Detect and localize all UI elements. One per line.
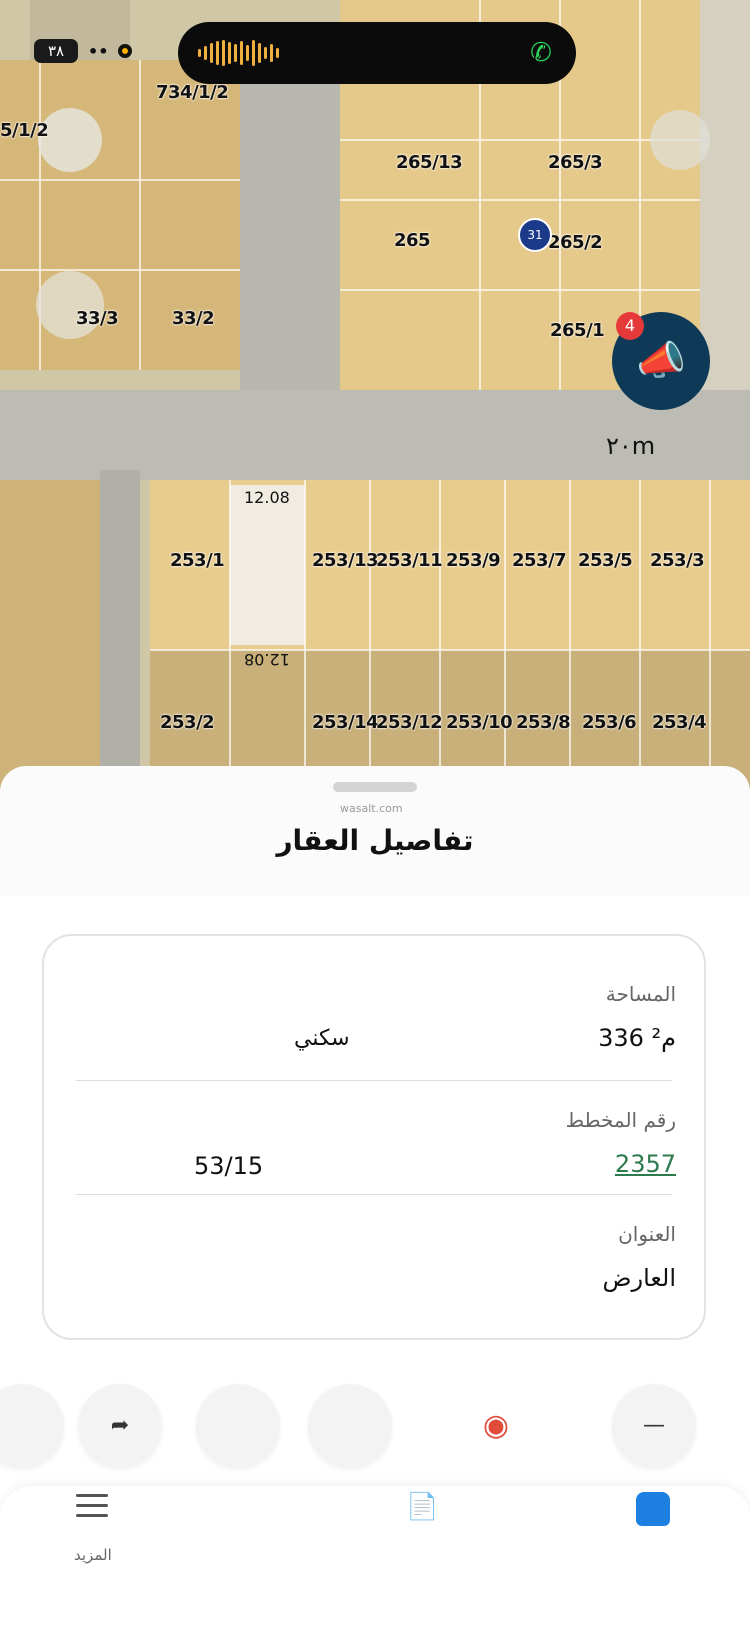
plot-label: 253/5 xyxy=(578,550,633,571)
plot-label: 734/1/2 xyxy=(156,82,229,103)
plan-number-link[interactable]: 2357 xyxy=(615,1150,676,1178)
action-button[interactable] xyxy=(308,1384,392,1468)
plot-label: 33/2 xyxy=(172,308,215,329)
plot-label: 265/3 xyxy=(548,152,603,173)
signal-icon: •• xyxy=(88,41,109,61)
waveform-icon xyxy=(198,40,279,66)
share-button[interactable]: ➦ xyxy=(78,1384,162,1468)
plot-label: 253/13 xyxy=(312,550,379,571)
record-icon xyxy=(118,44,133,58)
width-label: 12.08 xyxy=(244,488,290,507)
plot-label: 253/12 xyxy=(376,712,443,733)
share-icon: ➦ xyxy=(110,1413,130,1438)
plot-label: 253/10 xyxy=(446,712,513,733)
plot-label: 253/9 xyxy=(446,550,501,571)
plot-label: 253/1 xyxy=(170,550,225,571)
pin-count: 31 xyxy=(527,228,543,242)
properties-icon: 📄 xyxy=(406,1492,439,1522)
battery-indicator: ٣٨ xyxy=(34,39,78,63)
plot-label: 253/2 xyxy=(160,712,215,733)
menu-icon[interactable] xyxy=(76,1494,108,1518)
minus-icon: — xyxy=(643,1413,665,1438)
property-details-card: المساحة 336 م² سكني رقم المخطط 2357 53/1… xyxy=(42,934,706,1340)
action-button[interactable] xyxy=(0,1384,64,1468)
distance-label: ٢٠m xyxy=(606,432,656,460)
plot-label: 265/2 xyxy=(548,232,603,253)
divider xyxy=(76,1194,672,1195)
usage-value: سكني xyxy=(294,1026,350,1051)
plan-label: رقم المخطط xyxy=(565,1108,676,1132)
plot-label: 5/1/2 xyxy=(0,120,49,141)
watermark: wasalt.com xyxy=(340,802,403,815)
width-label: 12.08 xyxy=(244,650,290,669)
plot-label: 253/8 xyxy=(516,712,571,733)
address-value: العارض xyxy=(602,1264,676,1292)
bottom-sheet: wasalt.com تفاصيل العقار xyxy=(0,766,750,896)
plot-number-value: 53/15 xyxy=(194,1152,264,1180)
action-button[interactable] xyxy=(196,1384,280,1468)
action-row: ➦ ◉ — xyxy=(0,1384,750,1494)
area-value: 336 م² xyxy=(598,1024,676,1052)
notification-badge: 4 xyxy=(616,312,644,340)
plot-label: 33/3 xyxy=(76,308,119,329)
plot-label: 253/3 xyxy=(650,550,705,571)
map-pin[interactable]: 31 xyxy=(518,218,552,252)
collapse-button[interactable]: — xyxy=(612,1384,696,1468)
google-maps-button[interactable]: ◉ xyxy=(454,1384,538,1468)
area-label: المساحة xyxy=(605,982,676,1006)
plot-label: 253/4 xyxy=(652,712,707,733)
sheet-handle[interactable] xyxy=(333,782,417,792)
tab-properties[interactable]: 📄 xyxy=(406,1492,438,1522)
home-icon[interactable] xyxy=(636,1492,670,1526)
map-view[interactable]: 734/1/2 265/13 265/3 5/1/2 265 265/2 33/… xyxy=(0,0,750,790)
badge-count: 4 xyxy=(624,316,636,335)
tab-more-label[interactable]: المزيد xyxy=(74,1546,112,1564)
map-pin-icon: ◉ xyxy=(482,1408,510,1443)
status-bar: ٣٨ •• xyxy=(34,38,133,64)
divider xyxy=(76,1080,672,1081)
plot-label: 253/6 xyxy=(582,712,637,733)
plot-label: 253/11 xyxy=(376,550,443,571)
dynamic-island[interactable]: ✆ xyxy=(178,22,576,84)
plot-label: 253/7 xyxy=(512,550,567,571)
plot-label: 265/1 xyxy=(550,320,605,341)
plot-label: 253/14 xyxy=(312,712,379,733)
megaphone-icon: 📣 xyxy=(636,338,686,384)
plot-label: 265 xyxy=(394,230,431,251)
address-label: العنوان xyxy=(618,1222,676,1246)
phone-icon[interactable]: ✆ xyxy=(524,36,558,70)
sheet-title: تفاصيل العقار xyxy=(276,824,474,857)
plot-label: 265/13 xyxy=(396,152,463,173)
